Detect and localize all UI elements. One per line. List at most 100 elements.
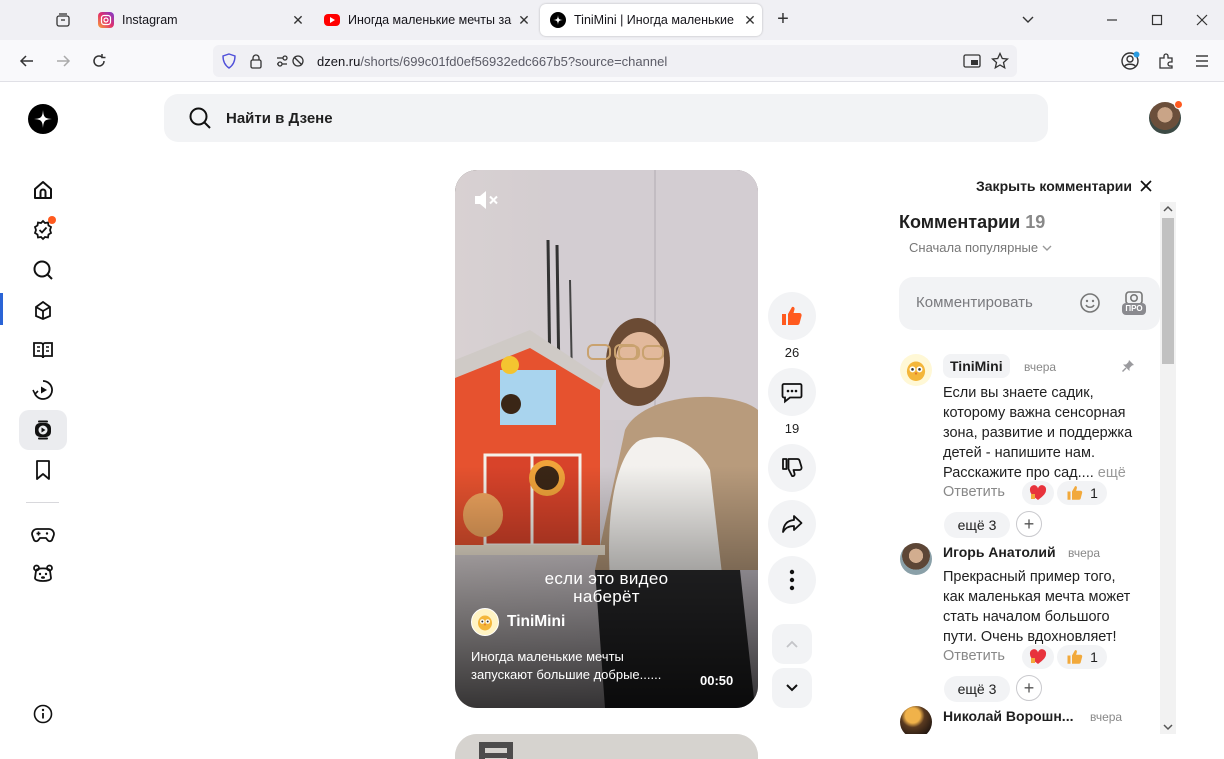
tab-instagram[interactable]: Instagram ✕ <box>88 4 310 36</box>
background-window-edge <box>0 293 3 325</box>
thumbs-up-icon <box>1067 650 1083 664</box>
gamepad-icon[interactable] <box>24 516 62 552</box>
description-line: Иногда маленькие мечты <box>471 649 624 664</box>
reload-icon[interactable] <box>89 51 109 71</box>
next-video-thumbnail <box>455 734 758 759</box>
back-icon[interactable] <box>17 51 37 71</box>
short-video-player[interactable]: если это видео наберёт TiniMini Иногда м… <box>455 170 758 708</box>
comments-scrollbar[interactable] <box>1160 202 1176 734</box>
scroll-up-icon[interactable] <box>1160 204 1176 214</box>
scrollbar-thumb[interactable] <box>1162 218 1174 364</box>
bookmark-icon[interactable] <box>24 452 62 488</box>
permissions-icon[interactable] <box>275 53 309 69</box>
video-icon[interactable] <box>24 372 62 408</box>
video-description[interactable]: Иногда маленькие мечты запускают большие… <box>471 648 661 684</box>
tab-youtube[interactable]: Иногда маленькие мечты запуска ✕ <box>314 4 536 36</box>
close-window-icon[interactable] <box>1192 10 1212 30</box>
reaction-count: 1 <box>1090 649 1098 665</box>
bookmark-star-icon[interactable] <box>990 51 1010 73</box>
more-options-button[interactable] <box>768 556 816 604</box>
list-all-tabs-icon[interactable] <box>1018 10 1038 30</box>
comments-count: 19 <box>1025 212 1046 232</box>
picture-in-picture-icon[interactable] <box>963 53 981 72</box>
reply-button[interactable]: Ответить <box>943 484 1005 500</box>
chevron-down-icon <box>1042 245 1052 251</box>
more-replies-button[interactable]: ещё 3 <box>944 512 1010 538</box>
heart-reaction-icon[interactable] <box>1022 481 1054 505</box>
comment-avatar[interactable] <box>900 354 932 386</box>
pin-icon <box>1121 359 1135 378</box>
tab-dzen[interactable]: TiniMini | Иногда маленькие м ✕ <box>540 4 762 36</box>
mute-icon[interactable] <box>473 188 499 217</box>
pro-badge: ПРО <box>1122 303 1146 315</box>
pro-camera-icon[interactable]: ПРО <box>1121 289 1147 317</box>
menu-icon[interactable] <box>1192 51 1212 71</box>
close-tab-icon[interactable]: ✕ <box>286 12 310 29</box>
search-icon[interactable] <box>24 252 62 288</box>
shorts-icon[interactable] <box>19 410 67 450</box>
comment-input-placeholder: Комментировать <box>916 294 1033 311</box>
next-video-button[interactable] <box>772 668 812 708</box>
caption-line: наберёт <box>573 587 640 606</box>
dislike-button[interactable] <box>768 444 816 492</box>
close-tab-icon[interactable]: ✕ <box>738 12 762 29</box>
add-reaction-icon[interactable]: + <box>1016 675 1042 701</box>
comment-author[interactable]: Николай Ворошн... <box>943 708 1073 724</box>
search-icon <box>188 106 212 130</box>
video-overlay-caption: если это видео наберёт <box>455 570 758 606</box>
share-button[interactable] <box>768 500 816 548</box>
dzen-logo-icon[interactable] <box>28 104 58 134</box>
like-button[interactable] <box>768 292 816 340</box>
add-reaction-icon[interactable]: + <box>1016 511 1042 537</box>
bear-icon[interactable] <box>24 556 62 592</box>
sort-dropdown[interactable]: Сначала популярные <box>909 240 1052 255</box>
close-icon <box>1140 180 1152 192</box>
lock-icon[interactable] <box>249 53 267 69</box>
comment-author[interactable]: Игорь Анатолий <box>943 544 1056 560</box>
tab-title: TiniMini | Иногда маленькие м <box>574 13 738 27</box>
previous-video-button[interactable] <box>772 624 812 664</box>
browser-nav-bar: dzen.ru/shorts/699c01fd0ef56932edc667b5?… <box>0 40 1224 82</box>
home-icon[interactable] <box>24 172 62 208</box>
tab-title: Instagram <box>122 13 178 27</box>
new-tab-icon[interactable]: + <box>773 8 793 30</box>
cube-icon[interactable] <box>24 292 62 328</box>
account-icon[interactable] <box>1120 51 1140 71</box>
thumbs-up-reaction[interactable]: 1 <box>1057 481 1107 505</box>
more-replies-button[interactable]: ещё 3 <box>944 676 1010 702</box>
channel-avatar[interactable] <box>471 608 499 636</box>
expand-comment-link[interactable]: ещё <box>1098 465 1126 481</box>
scroll-down-icon[interactable] <box>1160 722 1176 732</box>
shield-icon[interactable] <box>221 53 239 69</box>
subscriptions-icon[interactable] <box>24 212 62 248</box>
next-video-preview[interactable] <box>455 734 758 759</box>
site-header: Найти в Дзене <box>0 82 1224 154</box>
search-bar[interactable]: Найти в Дзене <box>164 94 1048 142</box>
reply-button[interactable]: Ответить <box>943 648 1005 664</box>
close-tab-icon[interactable]: ✕ <box>512 12 536 29</box>
comment-author[interactable]: TiniMini <box>943 354 1010 378</box>
tab-overview-icon[interactable] <box>53 10 73 30</box>
comment-input[interactable]: Комментировать ПРО <box>899 277 1160 330</box>
thumbs-up-reaction[interactable]: 1 <box>1057 645 1107 669</box>
maximize-icon[interactable] <box>1147 10 1167 30</box>
comment-text: Прекрасный пример того, как маленькая ме… <box>943 567 1130 647</box>
extensions-icon[interactable] <box>1156 51 1176 71</box>
info-icon[interactable] <box>24 696 62 732</box>
address-bar[interactable]: dzen.ru/shorts/699c01fd0ef56932edc667b5?… <box>213 45 1017 77</box>
forward-icon[interactable] <box>53 51 73 71</box>
channel-name[interactable]: TiniMini <box>507 613 565 631</box>
notification-dot <box>48 216 56 224</box>
comment-line: Расскажите про сад.... <box>943 465 1094 481</box>
reaction-count: 1 <box>1090 485 1098 501</box>
book-icon[interactable] <box>24 332 62 368</box>
heart-reaction-icon[interactable] <box>1022 645 1054 669</box>
comment-avatar[interactable] <box>900 543 932 575</box>
browser-tab-bar: Instagram ✕ Иногда маленькие мечты запус… <box>0 0 1224 40</box>
emoji-icon[interactable] <box>1079 292 1101 319</box>
minimize-icon[interactable] <box>1102 10 1122 30</box>
caption-line: если это видео <box>544 569 669 588</box>
comments-button[interactable] <box>768 368 816 416</box>
dzen-icon <box>550 12 566 28</box>
close-comments-button[interactable]: Закрыть комментарии <box>976 178 1152 194</box>
